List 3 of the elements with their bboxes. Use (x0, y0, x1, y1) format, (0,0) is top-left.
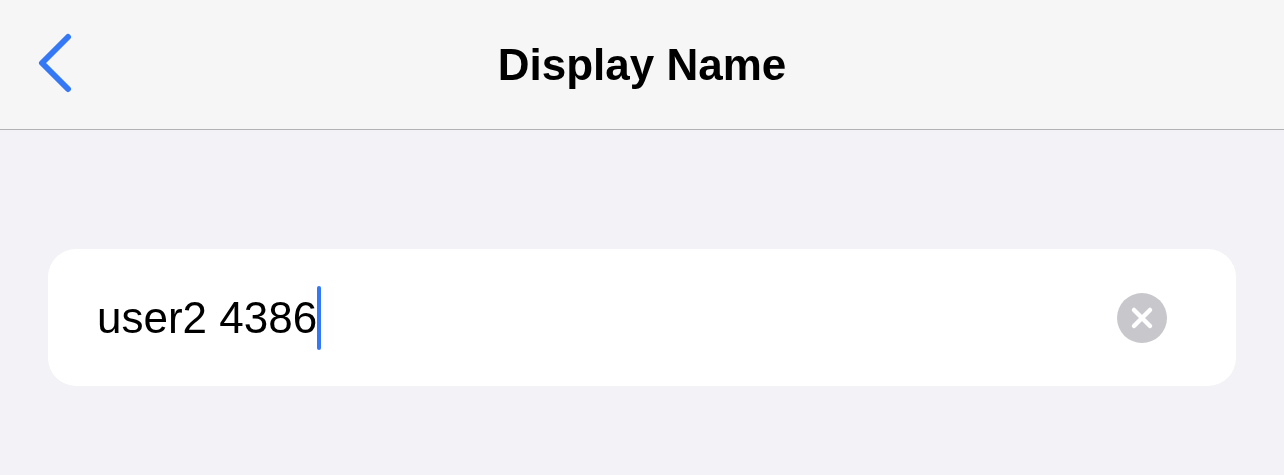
text-field[interactable]: user2 4386 (48, 249, 1236, 386)
screen-title: Display Name (497, 42, 787, 87)
field-value: user2 4386 (97, 295, 318, 340)
